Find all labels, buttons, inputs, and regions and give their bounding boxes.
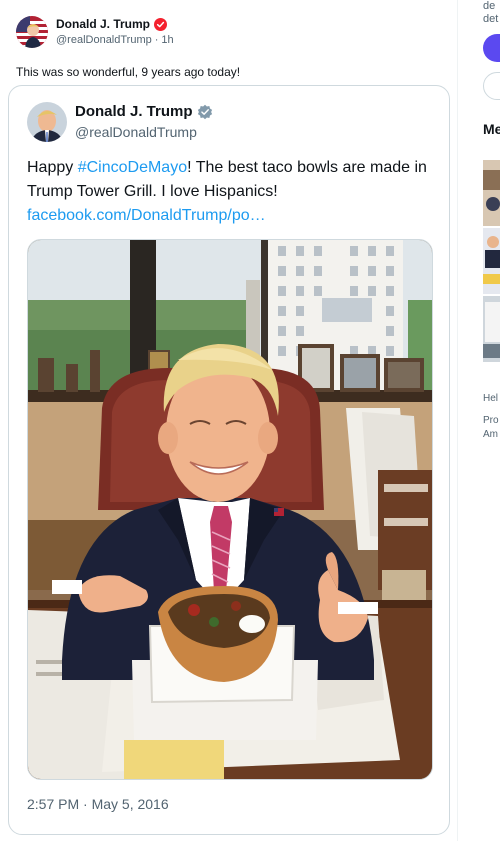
post-meta: Donald J. Trump @realDonaldTrump · 1h bbox=[56, 16, 174, 48]
quoted-post-header: Donald J. Trump @realDonaldTrump bbox=[27, 102, 213, 142]
sidebar-fragment-line-2: det bbox=[483, 13, 499, 25]
post-photo[interactable] bbox=[27, 239, 433, 780]
quoted-post-text: Happy #CincoDeMayo! The best taco bowls … bbox=[27, 156, 437, 228]
quoted-handle[interactable]: @realDonaldTrump bbox=[75, 122, 213, 142]
media-thumbnail[interactable] bbox=[483, 296, 500, 362]
right-sidebar: de det Me Hel Pro Am bbox=[459, 0, 500, 841]
media-thumbnail[interactable] bbox=[483, 228, 500, 294]
hashtag-link[interactable]: #CincoDeMayo bbox=[78, 159, 187, 176]
verified-badge-icon bbox=[197, 104, 212, 120]
sidebar-text-fragment: de det bbox=[483, 0, 498, 26]
quoted-name-row: Donald J. Trump bbox=[75, 102, 213, 122]
quoted-timestamp[interactable]: 2:57 PM · May 5, 2016 bbox=[27, 794, 169, 814]
sidebar-fragment-line-1: de bbox=[483, 0, 496, 12]
author-handle[interactable]: @realDonaldTrump bbox=[56, 32, 152, 48]
footer-link[interactable]: Am bbox=[483, 428, 498, 441]
footer-link[interactable]: Pro bbox=[483, 414, 499, 427]
meta-separator: · bbox=[154, 34, 159, 46]
post-time[interactable]: 1h bbox=[161, 32, 173, 48]
main-column: Donald J. Trump @realDonaldTrump · 1h Th… bbox=[0, 0, 458, 841]
quoted-meta: Donald J. Trump @realDonaldTrump bbox=[75, 102, 213, 142]
external-link[interactable]: facebook.com/DonaldTrump/po… bbox=[27, 207, 266, 224]
post-text: This was so wonderful, 9 years ago today… bbox=[16, 65, 241, 79]
quoted-author-name[interactable]: Donald J. Trump bbox=[75, 102, 193, 122]
avatar[interactable] bbox=[16, 16, 48, 48]
verified-badge-icon bbox=[154, 17, 168, 31]
handle-row: @realDonaldTrump · 1h bbox=[56, 32, 174, 48]
sidebar-section-heading: Me bbox=[483, 121, 500, 137]
secondary-button[interactable] bbox=[483, 72, 500, 100]
subscribe-button[interactable] bbox=[483, 34, 500, 62]
quoted-text-before: Happy bbox=[27, 159, 78, 176]
quoted-avatar[interactable] bbox=[27, 102, 67, 142]
media-thumbnail[interactable] bbox=[483, 160, 500, 226]
author-name[interactable]: Donald J. Trump bbox=[56, 16, 150, 32]
footer-link[interactable]: Hel bbox=[483, 392, 498, 405]
quoted-post-card[interactable]: Donald J. Trump @realDonaldTrump Happy #… bbox=[8, 85, 450, 835]
post-header: Donald J. Trump @realDonaldTrump · 1h bbox=[16, 16, 174, 48]
author-name-row: Donald J. Trump bbox=[56, 16, 174, 32]
